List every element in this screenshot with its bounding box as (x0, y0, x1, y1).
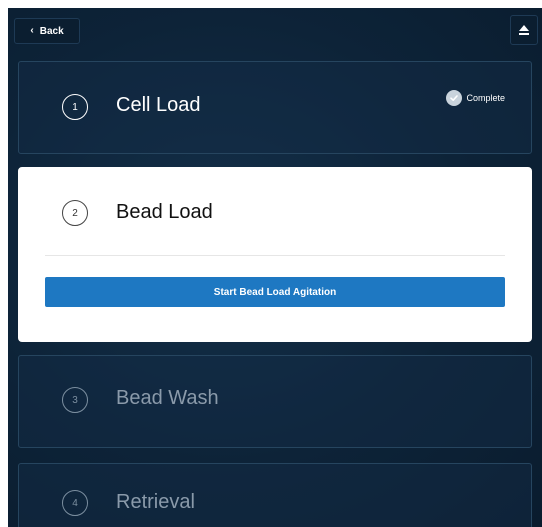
step-card-cell-load[interactable]: 1 Cell Load Complete (18, 61, 532, 154)
complete-badge-label: Complete (466, 93, 505, 103)
start-bead-load-agitation-button[interactable]: Start Bead Load Agitation (45, 277, 505, 307)
eject-icon (519, 25, 529, 35)
step-card-bead-load: 2 Bead Load Start Bead Load Agitation (18, 167, 532, 342)
app-frame: ‹ Back 1 Cell Load Complete 2 Bead Load … (8, 8, 542, 527)
back-button[interactable]: ‹ Back (14, 18, 80, 44)
step-title: Cell Load (116, 94, 201, 116)
step-number-circle: 2 (62, 200, 88, 226)
check-circle-icon (446, 90, 463, 106)
divider (45, 255, 505, 256)
step-number-circle: 4 (62, 490, 88, 516)
step-title: Bead Wash (116, 387, 219, 409)
step-title: Retrieval (116, 491, 195, 513)
step-number-circle: 1 (62, 94, 88, 120)
top-bar: ‹ Back (8, 8, 542, 48)
eject-button[interactable] (510, 15, 538, 45)
step-card-bead-wash[interactable]: 3 Bead Wash (18, 355, 532, 448)
complete-badge: Complete (446, 90, 505, 106)
back-button-label: Back (39, 25, 64, 37)
step-number-circle: 3 (62, 387, 88, 413)
chevron-left-icon: ‹ (30, 25, 34, 36)
step-title: Bead Load (116, 201, 213, 223)
step-card-retrieval[interactable]: 4 Retrieval (18, 463, 532, 527)
